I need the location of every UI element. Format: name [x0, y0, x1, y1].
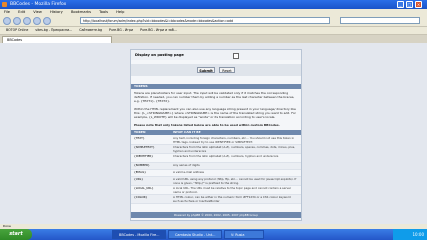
menu-bookmarks[interactable]: Bookmarks — [71, 10, 91, 14]
menu-help[interactable]: Help — [116, 10, 124, 14]
table-row: {EMAIL} A valid e-mail address — [131, 170, 301, 177]
token-desc: A valid URL using any protocol (http, ft… — [173, 177, 297, 185]
forward-icon[interactable] — [13, 17, 21, 25]
tab-bar: BBCodes — [0, 35, 427, 43]
bookmark-item[interactable]: Pure.BG - Игри и заб... — [140, 28, 177, 32]
submit-button[interactable]: Submit — [197, 67, 215, 73]
page-content: Display on posting page Submit Reset TOK… — [0, 43, 427, 229]
back-icon[interactable] — [3, 17, 11, 25]
display-on-posting-checkbox[interactable] — [233, 53, 239, 59]
token-name: {SIMPLETEXT} — [134, 145, 155, 149]
display-on-posting-row: Display on posting page — [131, 50, 301, 60]
tokens-heading: TOKENS — [131, 84, 301, 89]
table-row: {SIMPLETEXT} Characters from the latin a… — [131, 145, 301, 154]
bookmark-item[interactable]: sites.bg - Прекрасни... — [35, 28, 72, 32]
reset-button[interactable]: Reset — [219, 67, 235, 73]
search-input[interactable] — [340, 17, 420, 24]
token-desc: Any series of digits — [173, 163, 200, 167]
menu-file[interactable]: File — [4, 10, 10, 14]
table-row: {COLOR} A HTML colour, can be either in … — [131, 195, 301, 204]
token-desc: A local URL. The URL must be relative to… — [173, 186, 292, 194]
home-icon[interactable] — [43, 17, 51, 25]
col-what: WHAT CAN IT BE — [173, 130, 201, 134]
menu-edit[interactable]: Edit — [18, 10, 25, 14]
navigation-toolbar: http://localhost/forum/adm/index.php?sid… — [0, 16, 427, 27]
window-title: BBCodes - Mozilla Firefox — [10, 2, 67, 7]
tokens-note: Please note that only tokens listed belo… — [134, 123, 280, 127]
table-row: {IDENTIFIER} Characters from the latin a… — [131, 154, 301, 163]
display-on-posting-label: Display on posting page — [135, 53, 184, 57]
table-row: {TEXT} Any text, including foreign chara… — [131, 136, 301, 145]
table-row: {URL} A valid URL using any protocol (ht… — [131, 177, 301, 186]
stop-icon[interactable] — [33, 17, 41, 25]
acp-panel: Display on posting page Submit Reset TOK… — [130, 49, 302, 221]
table-row: {NUMBER} Any series of digits — [131, 163, 301, 170]
token-desc: Characters from the latin alphabet (A-Z)… — [173, 154, 279, 158]
url-bar[interactable]: http://localhost/forum/adm/index.php?sid… — [80, 17, 330, 24]
token-name: {EMAIL} — [134, 170, 147, 174]
window-titlebar: BBCodes - Mozilla Firefox _ □ × — [0, 0, 427, 9]
minimize-button[interactable]: _ — [397, 1, 404, 8]
system-tray-clock: 10:00 — [393, 229, 427, 240]
menu-bar: File Edit View History Bookmarks Tools H… — [0, 9, 427, 16]
windows-taskbar: start BBCodes - Mozilla Fire... Camtasia… — [0, 229, 427, 240]
reload-icon[interactable] — [23, 17, 31, 25]
status-text: Done — [3, 224, 11, 228]
token-name: {COLOR} — [134, 195, 148, 199]
menu-history[interactable]: History — [50, 10, 63, 14]
page-footer: Powered by phpBB © 2000, 2002, 2005, 200… — [131, 212, 301, 218]
token-name: {URL} — [134, 177, 144, 181]
tokens-intro: Tokens are placeholders for user input. … — [134, 91, 295, 103]
token-name: {IDENTIFIER} — [134, 154, 154, 158]
tab-bbcodes[interactable]: BBCodes — [2, 36, 112, 43]
token-desc: Characters from the latin alphabet (A-Z)… — [173, 145, 296, 153]
start-button[interactable]: start — [0, 229, 32, 240]
taskbar-item-rusia[interactable]: V: Rusia — [224, 230, 264, 239]
col-token: TOKEN — [134, 130, 146, 134]
token-name: {LOCAL_URL} — [134, 186, 154, 190]
token-name: {TEXT} — [134, 136, 145, 140]
tokens-intro-2: Within the HTML replacement you can also… — [134, 107, 296, 119]
bookmark-item[interactable]: BOTOP Online — [6, 28, 28, 32]
firefox-icon — [2, 2, 7, 7]
close-button[interactable]: × — [415, 1, 422, 8]
taskbar-item-camtasia[interactable]: Camtasia Studio - Unt... — [168, 230, 222, 239]
taskbar-item-firefox[interactable]: BBCodes - Mozilla Fire... — [112, 230, 166, 239]
token-desc: Any text, including foreign characters, … — [173, 136, 295, 144]
token-name: {NUMBER} — [134, 163, 150, 167]
form-buttons: Submit Reset — [131, 64, 301, 76]
tokens-table-header: TOKEN WHAT CAN IT BE — [131, 130, 301, 135]
bookmark-item[interactable]: Сайтовете.bg — [79, 28, 102, 32]
token-desc: A valid e-mail address — [173, 170, 204, 174]
table-row: {LOCAL_URL} A local URL. The URL must be… — [131, 186, 301, 195]
menu-view[interactable]: View — [33, 10, 42, 14]
bookmarks-toolbar: BOTOP Online sites.bg - Прекрасни... Сай… — [0, 27, 427, 35]
maximize-button[interactable]: □ — [406, 1, 413, 8]
token-desc: A HTML colour, can be either in the nume… — [173, 195, 291, 203]
menu-tools[interactable]: Tools — [99, 10, 108, 14]
bookmark-item[interactable]: Pure.BG - Игри — [109, 28, 133, 32]
